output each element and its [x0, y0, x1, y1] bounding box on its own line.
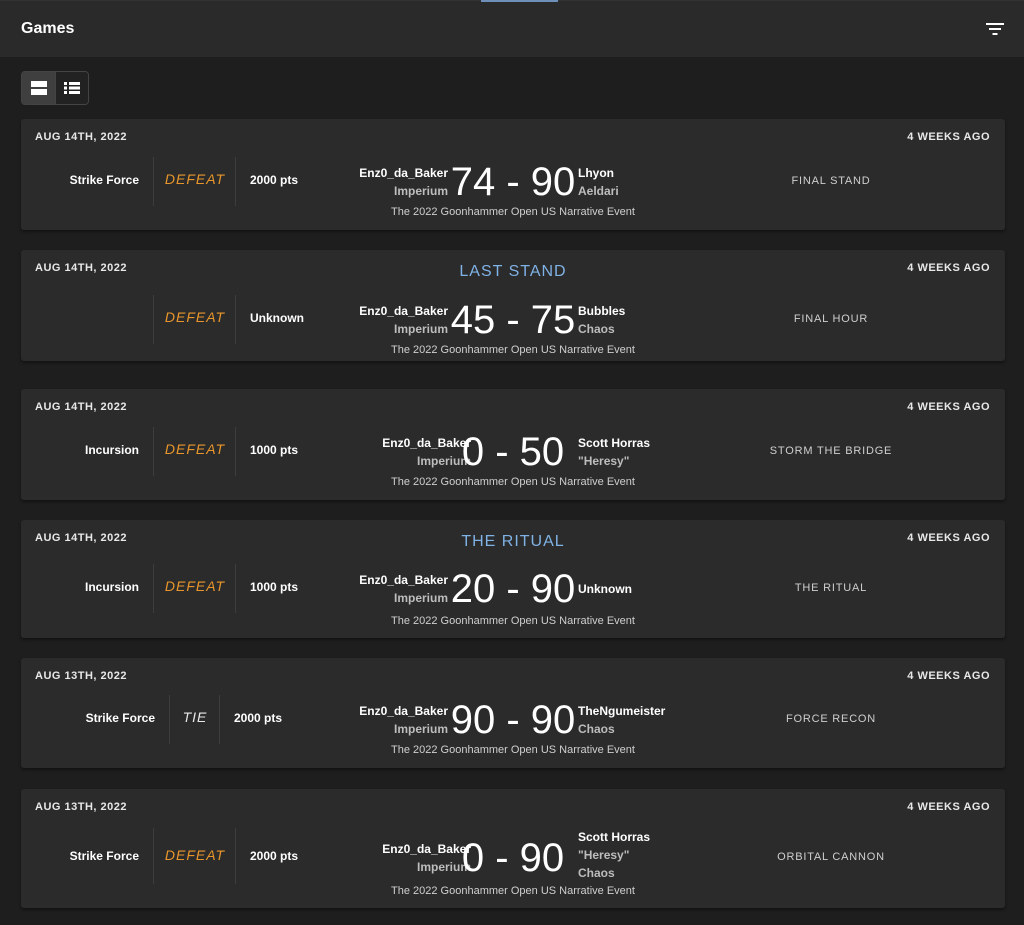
- game-result: DEFEAT: [164, 309, 226, 325]
- game-points: 2000 pts: [250, 849, 299, 863]
- player-two-name: Bubbles: [578, 304, 626, 318]
- game-points: 1000 pts: [250, 443, 299, 457]
- game-title: LAST STAND: [459, 263, 567, 280]
- view-toggle: [21, 71, 89, 105]
- game-relative-time: 4 WEEKS AGO: [907, 670, 990, 682]
- game-card[interactable]: AUG 14TH, 2022 LAST STAND 4 WEEKS AGO DE…: [21, 250, 1005, 361]
- player-two-faction-secondary: Chaos: [578, 866, 615, 880]
- game-card[interactable]: AUG 13TH, 2022 4 WEEKS AGO Strike Force …: [21, 658, 1005, 768]
- game-mode: Strike Force: [85, 711, 155, 725]
- game-result: TIE: [182, 709, 208, 725]
- divider: [235, 427, 236, 476]
- player-two: Scott Horras "Heresy": [578, 434, 650, 470]
- divider: [219, 695, 220, 744]
- game-card[interactable]: AUG 14TH, 2022 4 WEEKS AGO Incursion DEF…: [21, 389, 1005, 500]
- mission-name: FINAL STAND: [791, 175, 871, 187]
- game-date: AUG 13TH, 2022: [35, 670, 127, 682]
- list-view-button[interactable]: [55, 72, 88, 104]
- mission-name: STORM THE BRIDGE: [769, 445, 893, 457]
- player-two-name: Unknown: [578, 582, 632, 596]
- game-mode: Incursion: [84, 443, 139, 457]
- event-name: The 2022 Goonhammer Open US Narrative Ev…: [391, 885, 635, 897]
- page-title: Games: [21, 20, 75, 37]
- player-two-name: Scott Horras: [578, 830, 651, 844]
- game-mode: Strike Force: [69, 173, 139, 187]
- game-points: 1000 pts: [250, 580, 299, 594]
- game-result: DEFEAT: [164, 441, 226, 457]
- mission-name: FORCE RECON: [785, 713, 877, 725]
- player-two-faction: Aeldari: [578, 184, 619, 198]
- game-result: DEFEAT: [164, 171, 226, 187]
- game-result: DEFEAT: [164, 578, 226, 594]
- player-two: Lhyon Aeldari: [578, 164, 619, 200]
- filter-icon[interactable]: [986, 22, 1004, 36]
- player-two-faction: "Heresy": [578, 454, 630, 468]
- game-relative-time: 4 WEEKS AGO: [907, 401, 990, 413]
- player-two-name: Scott Horras: [578, 436, 651, 450]
- player-two: Bubbles Chaos: [578, 302, 625, 338]
- divider: [235, 157, 236, 206]
- game-relative-time: 4 WEEKS AGO: [907, 801, 990, 813]
- divider: [235, 828, 236, 884]
- game-points: Unknown: [250, 311, 304, 325]
- view-list-icon: [64, 82, 80, 94]
- mission-name: THE RITUAL: [794, 582, 868, 594]
- game-points: 2000 pts: [234, 711, 283, 725]
- mission-name: ORBITAL CANNON: [777, 851, 885, 863]
- event-name: The 2022 Goonhammer Open US Narrative Ev…: [391, 744, 635, 756]
- game-points: 2000 pts: [250, 173, 299, 187]
- event-name: The 2022 Goonhammer Open US Narrative Ev…: [391, 344, 635, 356]
- player-two: Scott Horras "Heresy" Chaos: [578, 828, 650, 882]
- game-mode: Strike Force: [69, 849, 139, 863]
- event-name: The 2022 Goonhammer Open US Narrative Ev…: [391, 206, 635, 218]
- game-date: AUG 13TH, 2022: [35, 801, 127, 813]
- mission-name: FINAL HOUR: [793, 313, 869, 325]
- game-mode: Incursion: [84, 580, 139, 594]
- top-app-bar: Games: [0, 0, 1024, 57]
- game-date: AUG 14TH, 2022: [35, 401, 127, 413]
- player-two: TheNgumeister Chaos: [578, 702, 665, 738]
- divider: [235, 564, 236, 613]
- game-card[interactable]: AUG 14TH, 2022 4 WEEKS AGO Strike Force …: [21, 119, 1005, 230]
- player-two-name: Lhyon: [578, 166, 614, 180]
- game-date: AUG 14TH, 2022: [35, 131, 127, 143]
- event-name: The 2022 Goonhammer Open US Narrative Ev…: [391, 615, 635, 627]
- active-tab-indicator: [481, 0, 558, 2]
- game-relative-time: 4 WEEKS AGO: [907, 532, 990, 544]
- divider: [235, 295, 236, 344]
- card-view-button[interactable]: [22, 72, 55, 104]
- game-card[interactable]: AUG 14TH, 2022 THE RITUAL 4 WEEKS AGO In…: [21, 520, 1005, 638]
- view-agenda-icon: [30, 81, 47, 95]
- game-relative-time: 4 WEEKS AGO: [907, 131, 990, 143]
- player-two-name: TheNgumeister: [578, 704, 666, 718]
- player-two-faction: "Heresy": [578, 848, 630, 862]
- game-relative-time: 4 WEEKS AGO: [907, 262, 990, 274]
- game-title: THE RITUAL: [461, 533, 565, 550]
- event-name: The 2022 Goonhammer Open US Narrative Ev…: [391, 476, 635, 488]
- player-two-faction: Chaos: [578, 322, 615, 336]
- game-result: DEFEAT: [164, 847, 226, 863]
- game-card[interactable]: AUG 13TH, 2022 4 WEEKS AGO Strike Force …: [21, 789, 1005, 908]
- player-two: Unknown: [578, 580, 632, 598]
- player-two-faction: Chaos: [578, 722, 615, 736]
